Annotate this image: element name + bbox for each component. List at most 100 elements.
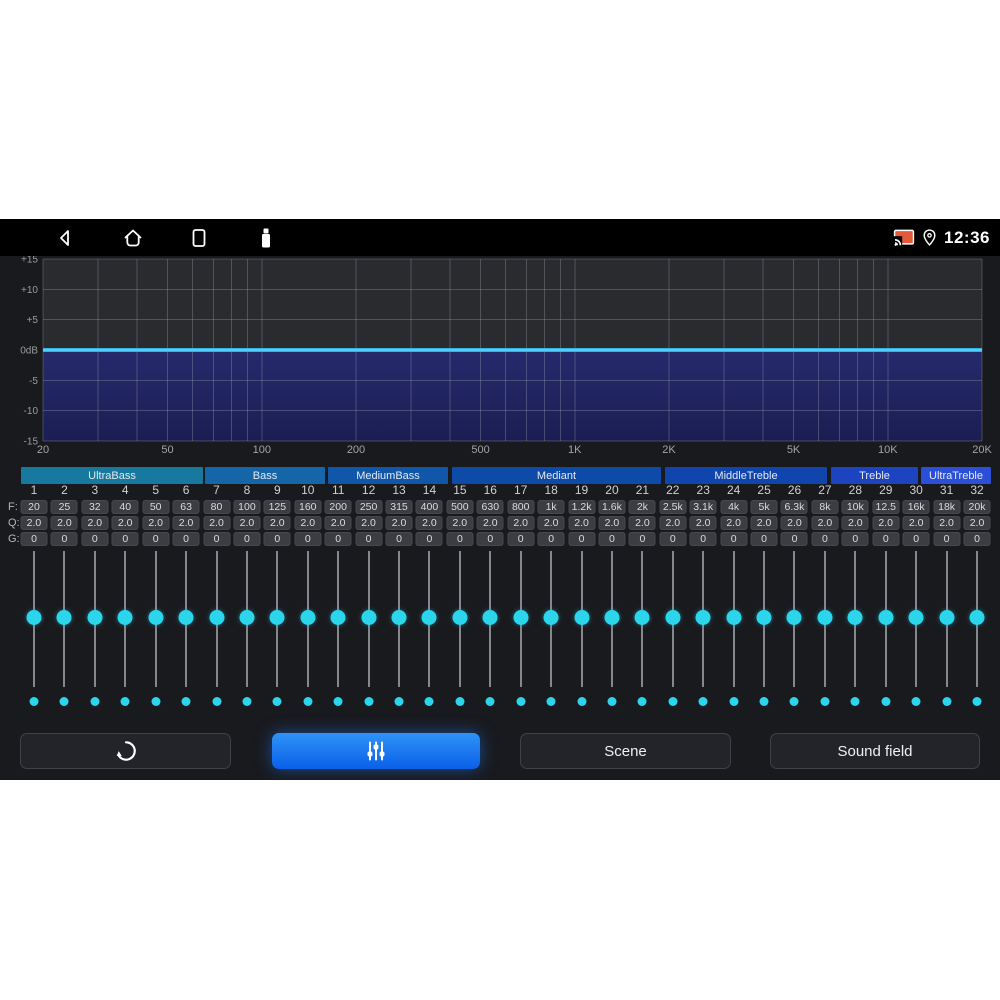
band-slider-knob[interactable] <box>695 609 711 625</box>
freq-value-chip[interactable]: 6.3k <box>780 500 808 514</box>
q-value-chip[interactable]: 2.0 <box>811 516 839 530</box>
q-value-chip[interactable]: 2.0 <box>355 516 383 530</box>
gain-value-chip[interactable]: 0 <box>263 532 291 546</box>
freq-value-chip[interactable]: 250 <box>355 500 383 514</box>
q-value-chip[interactable]: 2.0 <box>20 516 48 530</box>
back-icon[interactable] <box>53 226 77 250</box>
band-slider-knob[interactable] <box>908 609 924 625</box>
equalizer-button[interactable] <box>272 733 480 769</box>
q-value-chip[interactable]: 2.0 <box>841 516 869 530</box>
freq-value-chip[interactable]: 1.6k <box>598 500 626 514</box>
q-value-chip[interactable]: 2.0 <box>598 516 626 530</box>
freq-value-chip[interactable]: 32 <box>81 500 109 514</box>
gain-value-chip[interactable]: 0 <box>142 532 170 546</box>
gain-value-chip[interactable]: 0 <box>415 532 443 546</box>
q-value-chip[interactable]: 2.0 <box>872 516 900 530</box>
q-value-chip[interactable]: 2.0 <box>294 516 322 530</box>
band-slider-knob[interactable] <box>786 609 802 625</box>
freq-value-chip[interactable]: 63 <box>172 500 200 514</box>
band-slider-knob[interactable] <box>330 609 346 625</box>
gain-value-chip[interactable]: 0 <box>476 532 504 546</box>
band-slider-knob[interactable] <box>361 609 377 625</box>
gain-value-chip[interactable]: 0 <box>780 532 808 546</box>
band-slider-knob[interactable] <box>482 609 498 625</box>
gain-value-chip[interactable]: 0 <box>507 532 535 546</box>
q-value-chip[interactable]: 2.0 <box>142 516 170 530</box>
gain-value-chip[interactable]: 0 <box>233 532 261 546</box>
gain-value-chip[interactable]: 0 <box>537 532 565 546</box>
band-slider-knob[interactable] <box>513 609 529 625</box>
freq-value-chip[interactable]: 40 <box>111 500 139 514</box>
q-value-chip[interactable]: 2.0 <box>689 516 717 530</box>
q-value-chip[interactable]: 2.0 <box>111 516 139 530</box>
gain-value-chip[interactable]: 0 <box>598 532 626 546</box>
freq-value-chip[interactable]: 1k <box>537 500 565 514</box>
band-slider-knob[interactable] <box>939 609 955 625</box>
q-value-chip[interactable]: 2.0 <box>750 516 778 530</box>
gain-value-chip[interactable]: 0 <box>172 532 200 546</box>
gain-value-chip[interactable]: 0 <box>811 532 839 546</box>
q-value-chip[interactable]: 2.0 <box>476 516 504 530</box>
gain-value-chip[interactable]: 0 <box>628 532 656 546</box>
band-slider-knob[interactable] <box>26 609 42 625</box>
gain-value-chip[interactable]: 0 <box>841 532 869 546</box>
sound-field-button[interactable]: Sound field <box>770 733 980 769</box>
band-slider-knob[interactable] <box>452 609 468 625</box>
freq-value-chip[interactable]: 8k <box>811 500 839 514</box>
q-value-chip[interactable]: 2.0 <box>263 516 291 530</box>
recents-icon[interactable] <box>187 226 211 250</box>
freq-value-chip[interactable]: 2.5k <box>659 500 687 514</box>
band-slider-knob[interactable] <box>634 609 650 625</box>
q-value-chip[interactable]: 2.0 <box>172 516 200 530</box>
band-slider-knob[interactable] <box>817 609 833 625</box>
freq-value-chip[interactable]: 160 <box>294 500 322 514</box>
q-value-chip[interactable]: 2.0 <box>50 516 78 530</box>
gain-value-chip[interactable]: 0 <box>385 532 413 546</box>
q-value-chip[interactable]: 2.0 <box>537 516 565 530</box>
q-value-chip[interactable]: 2.0 <box>233 516 261 530</box>
freq-value-chip[interactable]: 315 <box>385 500 413 514</box>
gain-value-chip[interactable]: 0 <box>20 532 48 546</box>
q-value-chip[interactable]: 2.0 <box>385 516 413 530</box>
q-value-chip[interactable]: 2.0 <box>507 516 535 530</box>
band-slider-knob[interactable] <box>878 609 894 625</box>
band-slider-knob[interactable] <box>87 609 103 625</box>
freq-value-chip[interactable]: 18k <box>933 500 961 514</box>
gain-value-chip[interactable]: 0 <box>111 532 139 546</box>
gain-value-chip[interactable]: 0 <box>294 532 322 546</box>
band-slider-knob[interactable] <box>969 609 985 625</box>
band-slider-knob[interactable] <box>117 609 133 625</box>
reset-button[interactable] <box>20 733 231 769</box>
q-value-chip[interactable]: 2.0 <box>324 516 352 530</box>
freq-value-chip[interactable]: 5k <box>750 500 778 514</box>
gain-value-chip[interactable]: 0 <box>446 532 474 546</box>
freq-value-chip[interactable]: 10k <box>841 500 869 514</box>
freq-value-chip[interactable]: 12.5 <box>872 500 900 514</box>
band-slider-knob[interactable] <box>726 609 742 625</box>
freq-value-chip[interactable]: 200 <box>324 500 352 514</box>
gain-value-chip[interactable]: 0 <box>50 532 78 546</box>
freq-value-chip[interactable]: 800 <box>507 500 535 514</box>
freq-value-chip[interactable]: 630 <box>476 500 504 514</box>
freq-value-chip[interactable]: 125 <box>263 500 291 514</box>
gain-value-chip[interactable]: 0 <box>324 532 352 546</box>
band-slider-knob[interactable] <box>209 609 224 625</box>
freq-value-chip[interactable]: 50 <box>142 500 170 514</box>
band-slider-knob[interactable] <box>56 609 72 625</box>
freq-value-chip[interactable]: 20k <box>963 500 991 514</box>
q-value-chip[interactable]: 2.0 <box>720 516 748 530</box>
home-icon[interactable] <box>121 226 145 250</box>
gain-value-chip[interactable]: 0 <box>750 532 778 546</box>
freq-value-chip[interactable]: 100 <box>233 500 261 514</box>
freq-value-chip[interactable]: 4k <box>720 500 748 514</box>
band-slider-knob[interactable] <box>756 609 772 625</box>
gain-value-chip[interactable]: 0 <box>659 532 687 546</box>
gain-value-chip[interactable]: 0 <box>203 532 230 546</box>
gain-value-chip[interactable]: 0 <box>933 532 961 546</box>
band-slider-knob[interactable] <box>239 609 255 625</box>
q-value-chip[interactable]: 2.0 <box>659 516 687 530</box>
gain-value-chip[interactable]: 0 <box>355 532 383 546</box>
q-value-chip[interactable]: 2.0 <box>203 516 230 530</box>
q-value-chip[interactable]: 2.0 <box>963 516 991 530</box>
band-slider-knob[interactable] <box>665 609 681 625</box>
